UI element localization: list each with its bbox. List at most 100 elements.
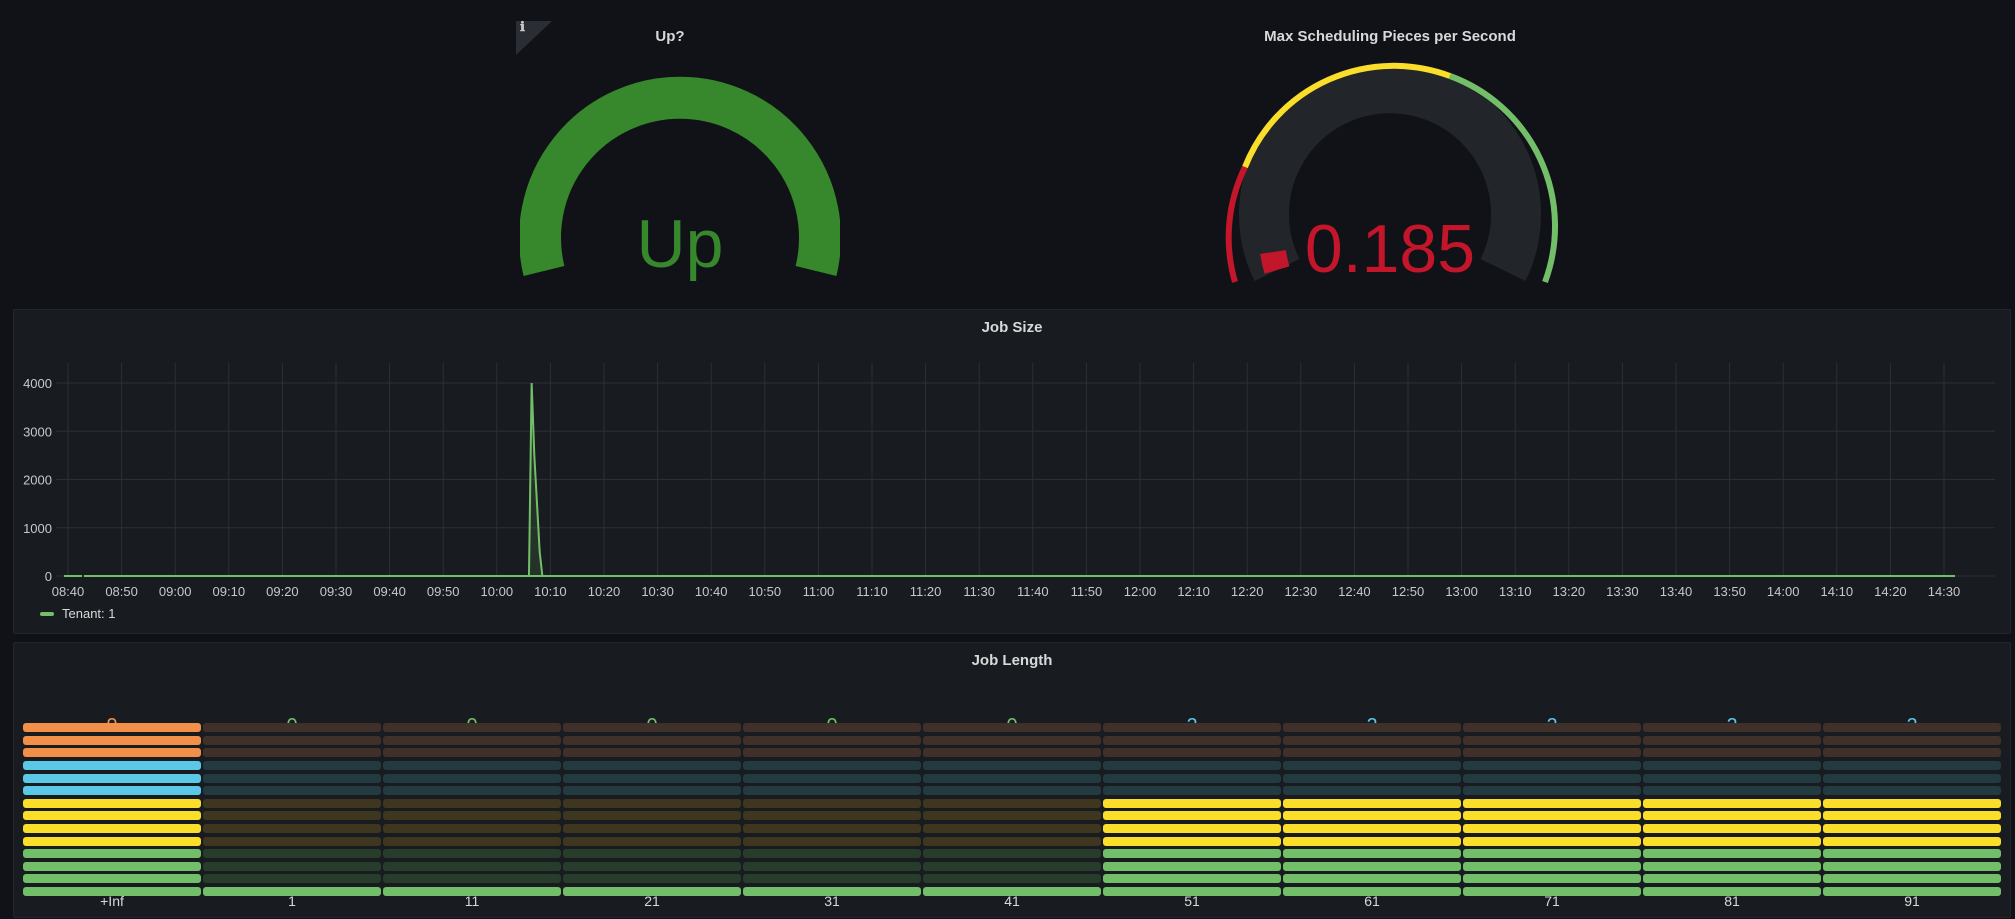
x-tick-label: 09:00	[159, 584, 192, 599]
x-tick-label: 12:20	[1231, 584, 1264, 599]
bar-segment	[1103, 735, 1281, 745]
bar-category-label: 61	[1364, 893, 1380, 909]
bar-segment	[563, 723, 741, 733]
bar-segment	[383, 761, 561, 770]
bar-segment	[743, 735, 921, 745]
bar-segment	[203, 811, 381, 821]
x-tick-label: 13:40	[1660, 584, 1693, 599]
bar-segment	[1463, 761, 1641, 770]
bar-segment	[1283, 748, 1461, 758]
bar-segment	[1823, 849, 2001, 859]
x-tick-label: 12:50	[1392, 584, 1425, 599]
bar-category-label: 51	[1184, 893, 1200, 909]
bar-segment	[23, 849, 201, 859]
job-length-bar: 0	[923, 715, 1101, 898]
bar-segment	[1463, 836, 1641, 846]
job-length-bar: 0	[203, 715, 381, 898]
bar-segment	[1103, 824, 1281, 833]
x-tick-label: 12:10	[1177, 584, 1210, 599]
bar-segment	[383, 735, 561, 745]
x-tick-label: 14:00	[1767, 584, 1800, 599]
x-tick-label: 11:40	[1017, 584, 1049, 599]
x-tick-label: 10:40	[695, 584, 728, 599]
job-length-bar: 0	[383, 715, 561, 898]
bar-segment	[203, 861, 381, 871]
x-tick-label: 09:10	[213, 584, 246, 599]
bar-category-label: 91	[1904, 893, 1920, 909]
bar-segment	[563, 824, 741, 833]
bar-category-label: 81	[1724, 893, 1740, 909]
x-tick-label: 10:20	[588, 584, 621, 599]
bar-segment	[203, 849, 381, 859]
bar-category-label: 1	[288, 893, 296, 909]
bar-segment	[1463, 811, 1641, 821]
bar-segment	[563, 874, 741, 884]
bar-segment	[743, 861, 921, 871]
bar-segment	[563, 811, 741, 821]
bar-segment	[1103, 874, 1281, 884]
bar-category-label: 71	[1544, 893, 1560, 909]
x-tick-label: 09:30	[320, 584, 353, 599]
job-length-bar: 0	[743, 715, 921, 898]
bar-segment	[23, 861, 201, 871]
bar-segment	[23, 748, 201, 758]
x-tick-label: 13:10	[1499, 584, 1532, 599]
bar-segment	[1283, 735, 1461, 745]
bar-segment	[563, 761, 741, 770]
bar-segment	[563, 748, 741, 758]
x-tick-label: 11:30	[963, 584, 995, 599]
bar-segment	[383, 798, 561, 808]
bar-segment	[923, 836, 1101, 846]
bar-category-label: 41	[1004, 893, 1020, 909]
y-tick-label: 0	[45, 569, 52, 584]
bar-segment	[923, 786, 1101, 796]
bar-segment	[1463, 748, 1641, 758]
bar-segment	[1643, 798, 1821, 808]
bar-segment	[743, 773, 921, 783]
bar-segment	[203, 723, 381, 733]
bar-segment	[1463, 798, 1641, 808]
bar-segment	[23, 874, 201, 884]
legend-label: Tenant: 1	[62, 606, 116, 621]
bar-segment	[923, 723, 1101, 733]
x-tick-label: 11:50	[1071, 584, 1103, 599]
x-tick-label: 14:30	[1928, 584, 1961, 599]
x-tick-label: 13:30	[1606, 584, 1639, 599]
bar-segment	[1463, 874, 1641, 884]
bar-segment	[1283, 824, 1461, 833]
x-tick-label: 12:00	[1124, 584, 1157, 599]
bar-segment	[23, 798, 201, 808]
bar-segment	[1823, 786, 2001, 796]
bar-segment	[923, 773, 1101, 783]
x-tick-label: 09:20	[266, 584, 299, 599]
bar-segment	[203, 874, 381, 884]
bar-segment	[1823, 723, 2001, 733]
bar-segment	[23, 773, 201, 783]
bar-segment	[1643, 849, 1821, 859]
bar-segment	[1643, 735, 1821, 745]
x-tick-label: 10:30	[641, 584, 674, 599]
x-tick-label: 12:40	[1338, 584, 1371, 599]
x-tick-label: 08:40	[52, 584, 85, 599]
bar-segment	[923, 798, 1101, 808]
bar-segment	[923, 735, 1101, 745]
x-tick-label: 13:00	[1445, 584, 1478, 599]
bar-category-label: 31	[824, 893, 840, 909]
bar-segment	[1823, 773, 2001, 783]
x-tick-label: 13:20	[1553, 584, 1586, 599]
bar-segment	[1283, 786, 1461, 796]
bar-segment	[383, 723, 561, 733]
x-tick-label: 10:50	[749, 584, 782, 599]
bar-segment	[1283, 836, 1461, 846]
bar-segment	[1283, 861, 1461, 871]
bar-segment	[923, 874, 1101, 884]
bar-segment	[1103, 773, 1281, 783]
bar-segment	[1463, 786, 1641, 796]
bar-segment	[923, 861, 1101, 871]
bar-segment	[383, 773, 561, 783]
bar-segment	[743, 836, 921, 846]
bar-segment	[1463, 861, 1641, 871]
job-length-bar: 2	[1463, 715, 1641, 898]
job-size-legend[interactable]: Tenant: 1	[40, 606, 116, 621]
bar-segment	[383, 849, 561, 859]
